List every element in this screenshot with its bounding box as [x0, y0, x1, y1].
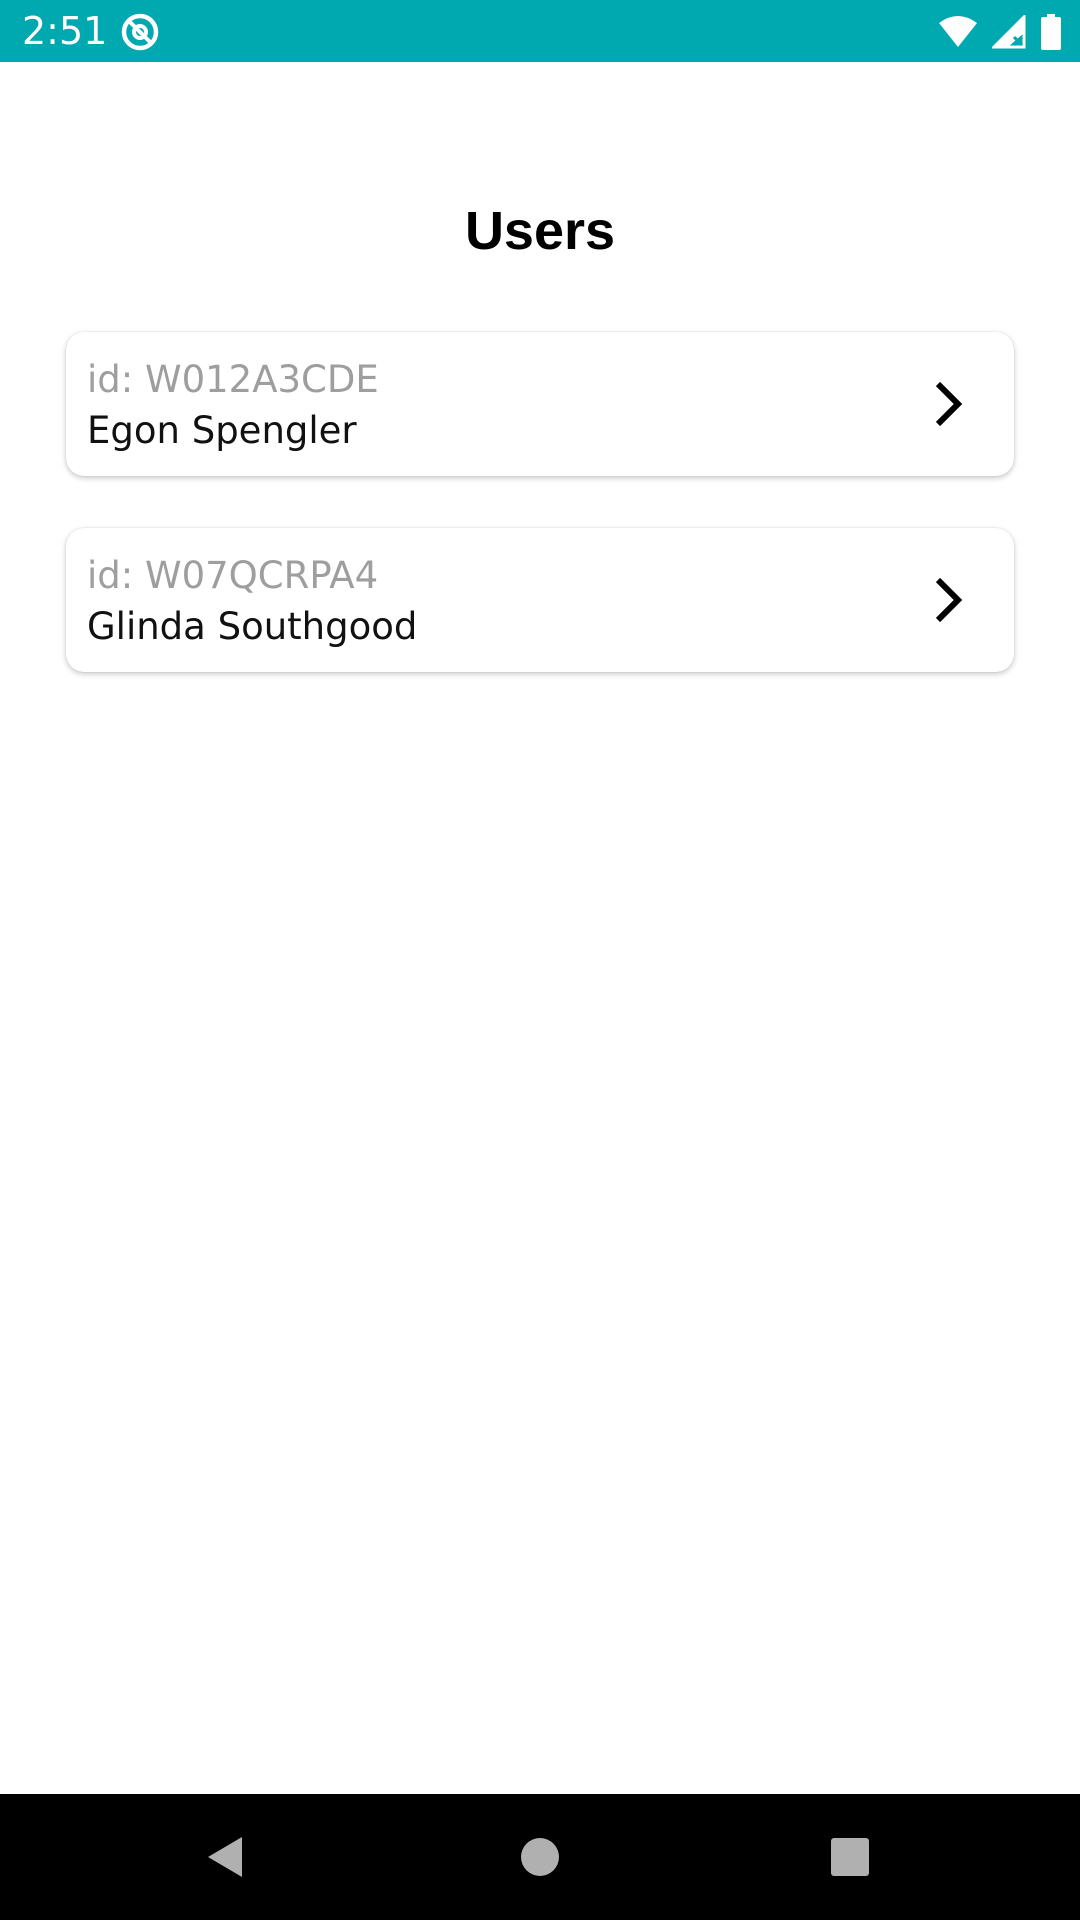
list-item[interactable]: id: W07QCRPA4 Glinda Southgood [66, 528, 1014, 672]
status-icons [938, 12, 1062, 52]
at-sign-icon [120, 12, 160, 52]
status-bar: 2:51 [0, 0, 1080, 62]
battery-icon [1040, 14, 1062, 50]
chevron-right-icon [920, 572, 976, 628]
home-icon[interactable] [510, 1827, 570, 1887]
page-title: Users [464, 201, 616, 261]
navigation-bar [0, 1794, 1080, 1920]
user-name: Glinda Southgood [87, 605, 418, 648]
wifi-icon [938, 15, 978, 49]
status-time: 2:51 [22, 9, 108, 53]
list-item[interactable]: id: W012A3CDE Egon Spengler [66, 332, 1014, 476]
recents-icon[interactable] [820, 1827, 880, 1887]
user-name: Egon Spengler [87, 409, 357, 452]
cell-signal-icon [992, 15, 1026, 49]
user-id: id: W07QCRPA4 [87, 554, 379, 597]
user-list: id: W012A3CDE Egon Spengler id: W07QCRPA… [66, 332, 1014, 724]
chevron-right-icon [920, 376, 976, 432]
back-icon[interactable] [196, 1827, 256, 1887]
screen: 2:51 Users id: W012A3CDE Egon Spengler i… [0, 0, 1080, 1920]
user-id: id: W012A3CDE [87, 358, 379, 401]
